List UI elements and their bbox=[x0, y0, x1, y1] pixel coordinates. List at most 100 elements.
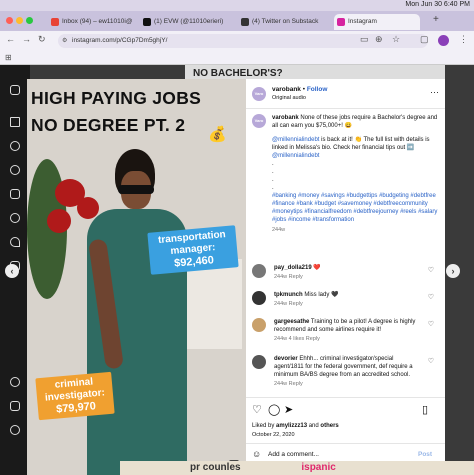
caption-avatar[interactable]: Varo bbox=[252, 114, 266, 128]
new-tab-icon[interactable]: + bbox=[433, 14, 439, 25]
comment-meta[interactable]: 244w 4 likes Reply bbox=[274, 335, 424, 343]
zoom-icon[interactable]: ⊕ bbox=[375, 35, 383, 44]
post-comment-button[interactable]: Post bbox=[418, 451, 432, 459]
profile-avatar[interactable] bbox=[438, 35, 449, 46]
maximize-window-icon[interactable] bbox=[26, 17, 33, 24]
site-info-icon[interactable]: ⚙ bbox=[62, 37, 67, 44]
like-comment-icon[interactable]: ♡ bbox=[428, 320, 434, 328]
liked-by-suffix: and bbox=[307, 423, 321, 429]
apps-grid-icon[interactable]: ⊞ bbox=[5, 53, 12, 62]
more-menu-icon[interactable] bbox=[10, 401, 20, 411]
moneybag-emoji: 💰 bbox=[208, 126, 227, 143]
more-options-icon[interactable]: ··· bbox=[430, 87, 439, 97]
author-username[interactable]: varobank bbox=[272, 86, 301, 93]
tab-label: Instagram bbox=[348, 18, 377, 25]
extensions-icon[interactable]: ▢ bbox=[420, 35, 429, 44]
share-icon[interactable]: ➤ bbox=[284, 403, 293, 416]
comment-meta[interactable]: 244w Reply bbox=[274, 380, 424, 388]
tab-label: Inbox (94) – ew11010i@ bbox=[62, 18, 133, 25]
background-room bbox=[182, 259, 242, 349]
original-audio-link[interactable]: Original audio bbox=[272, 94, 306, 102]
comment-body: devorier Ehhh... criminal investigator/s… bbox=[274, 355, 424, 388]
commenter-avatar[interactable] bbox=[252, 355, 266, 369]
reload-icon[interactable]: ↻ bbox=[38, 35, 46, 44]
background-text: NO BACHELOR'S? bbox=[193, 68, 283, 79]
comment-username[interactable]: devorier bbox=[274, 356, 298, 362]
emoji-icon[interactable]: ☺ bbox=[252, 449, 261, 459]
next-post-arrow[interactable]: › bbox=[446, 264, 460, 278]
search-icon[interactable] bbox=[10, 141, 20, 151]
explore-icon[interactable] bbox=[10, 165, 20, 175]
comment-meta[interactable]: 244w Reply bbox=[274, 273, 424, 281]
forward-icon[interactable]: → bbox=[22, 35, 31, 44]
cast-icon[interactable]: ▭ bbox=[360, 35, 369, 44]
reels-icon[interactable] bbox=[10, 189, 20, 199]
tab-instagram[interactable]: Instagram bbox=[334, 14, 420, 30]
caption-timestamp: 244w bbox=[272, 227, 286, 233]
liked-by: Liked by amylizzz13 and others bbox=[252, 422, 339, 430]
add-comment-input[interactable]: Add a comment... bbox=[268, 451, 319, 459]
divider bbox=[246, 108, 445, 109]
browser-menu-icon[interactable]: ⋮ bbox=[459, 35, 468, 44]
mention-link[interactable]: @millennialindebt bbox=[272, 137, 319, 143]
notifications-icon[interactable] bbox=[10, 237, 20, 247]
comment-username[interactable]: tpkmunch bbox=[274, 292, 303, 298]
tab-strip: Inbox (94) – ew11010i@ (1) EVW (@11010er… bbox=[0, 11, 474, 31]
tab-gmail[interactable]: Inbox (94) – ew11010i@ bbox=[48, 14, 136, 30]
post-detail-panel: Varo varobank • Follow Original audio ··… bbox=[246, 79, 445, 475]
close-window-icon[interactable] bbox=[6, 17, 13, 24]
background-text: pr counles bbox=[190, 462, 241, 473]
x-icon bbox=[143, 18, 151, 26]
instagram-logo-icon[interactable] bbox=[10, 85, 20, 95]
save-icon[interactable]: ▯ bbox=[422, 403, 428, 416]
tab-substack[interactable]: (4) Twitter on Substack bbox=[238, 14, 330, 30]
caption-dot: . bbox=[272, 161, 274, 167]
comment-body: pay_dolla219 ❤️ 244w Reply bbox=[274, 264, 424, 281]
comment-text: Miss lady 🖤 bbox=[304, 292, 339, 298]
post-date: October 22, 2020 bbox=[252, 432, 295, 438]
comment-username[interactable]: pay_dolla219 bbox=[274, 265, 312, 271]
author-avatar[interactable]: Varo bbox=[252, 87, 266, 101]
background-text: ispanic bbox=[301, 462, 336, 473]
home-icon[interactable] bbox=[10, 117, 20, 127]
mention-link[interactable]: @millennialindebt bbox=[272, 153, 319, 159]
comment-text: ❤️ bbox=[313, 265, 321, 271]
post-headline: HIGH PAYING JOBS NO DEGREE PT. 2 bbox=[31, 85, 201, 139]
salary-tag-criminal: criminal investigator: $79,970 bbox=[35, 371, 115, 421]
menubar-clock: Mon Jun 30 6:40 PM bbox=[405, 1, 470, 8]
comment-meta[interactable]: 244w Reply bbox=[274, 300, 424, 308]
gmail-icon bbox=[51, 18, 59, 26]
threads-icon[interactable] bbox=[10, 377, 20, 387]
commenter-avatar[interactable] bbox=[252, 264, 266, 278]
like-comment-icon[interactable]: ♡ bbox=[428, 357, 434, 365]
caption-username[interactable]: varobank bbox=[272, 115, 299, 121]
liked-by-user[interactable]: amylizzz13 bbox=[276, 423, 307, 429]
bookmarks-bar: ⊞ bbox=[0, 51, 474, 65]
caption-dot: . bbox=[272, 169, 274, 175]
comment-icon[interactable]: ◯ bbox=[268, 403, 280, 416]
background-post-bottom: pr counles ispanic bbox=[120, 461, 474, 475]
hashtags[interactable]: #banking #money #savings #budgettips #bu… bbox=[272, 192, 438, 224]
commenter-avatar[interactable] bbox=[252, 291, 266, 305]
like-comment-icon[interactable]: ♡ bbox=[428, 266, 434, 274]
bookmark-star-icon[interactable]: ☆ bbox=[392, 35, 400, 44]
like-comment-icon[interactable]: ♡ bbox=[428, 293, 434, 301]
url-bar[interactable]: ⚙ instagram.com/p/CGp7Dm5ghjY/ bbox=[58, 34, 428, 48]
meta-icon[interactable] bbox=[10, 425, 20, 435]
follow-button[interactable]: Follow bbox=[307, 86, 328, 93]
messages-icon[interactable] bbox=[10, 213, 20, 223]
previous-post-arrow[interactable]: ‹ bbox=[5, 264, 19, 278]
liked-by-others[interactable]: others bbox=[320, 423, 338, 429]
caption-dot: . bbox=[272, 185, 274, 191]
comment-username[interactable]: gargeesathe bbox=[274, 319, 309, 325]
flower bbox=[77, 197, 99, 219]
like-icon[interactable]: ♡ bbox=[252, 403, 262, 416]
url-text: instagram.com/p/CGp7Dm5ghjY/ bbox=[72, 37, 168, 44]
tab-x[interactable]: (1) EVW (@11010erieri) bbox=[140, 14, 228, 30]
post-media[interactable]: HIGH PAYING JOBS NO DEGREE PT. 2 💰 trans… bbox=[27, 79, 246, 475]
minimize-window-icon[interactable] bbox=[16, 17, 23, 24]
commenter-avatar[interactable] bbox=[252, 318, 266, 332]
back-icon[interactable]: ← bbox=[6, 35, 15, 44]
flower bbox=[47, 209, 71, 233]
caption-dot: . bbox=[272, 177, 274, 183]
